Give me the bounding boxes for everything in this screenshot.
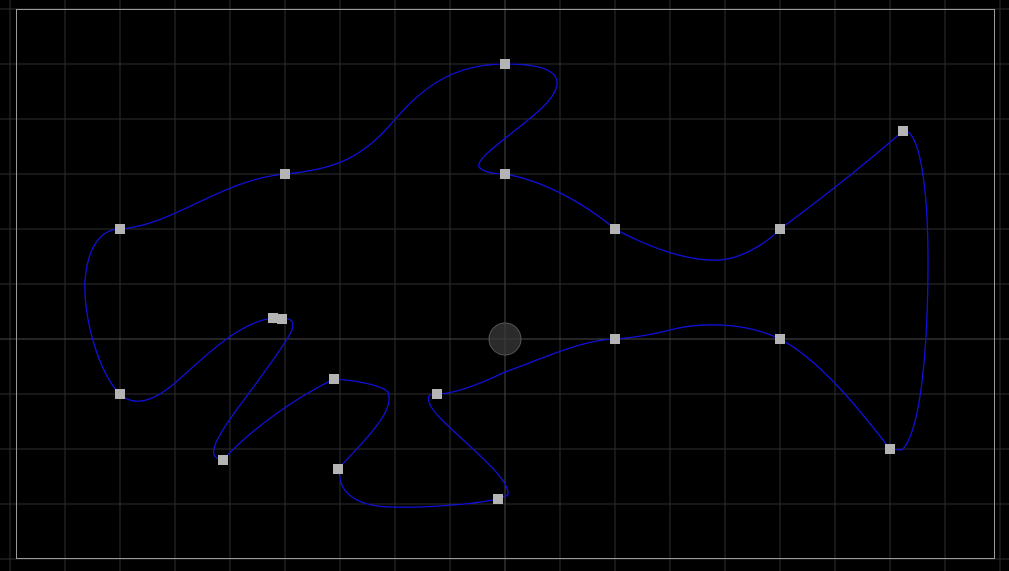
control-point-handle[interactable] <box>268 313 278 323</box>
control-point-handle[interactable] <box>277 314 287 324</box>
control-point-handle[interactable] <box>885 444 895 454</box>
control-point-handle[interactable] <box>493 494 503 504</box>
control-point-handle[interactable] <box>280 169 290 179</box>
control-point-handle[interactable] <box>218 455 228 465</box>
control-point-handle[interactable] <box>775 224 785 234</box>
control-point-handle[interactable] <box>329 374 339 384</box>
origin-circle-icon[interactable] <box>488 322 522 356</box>
control-point-handle[interactable] <box>115 224 125 234</box>
control-point-handle[interactable] <box>500 169 510 179</box>
control-point-handle[interactable] <box>775 334 785 344</box>
control-point-handle[interactable] <box>115 389 125 399</box>
control-point-handle[interactable] <box>610 224 620 234</box>
spline-editor-canvas[interactable] <box>0 0 1009 571</box>
control-point-handle[interactable] <box>333 464 343 474</box>
control-point-handle[interactable] <box>432 389 442 399</box>
control-point-handle[interactable] <box>500 59 510 69</box>
control-point-handle[interactable] <box>898 126 908 136</box>
control-point-handle[interactable] <box>610 334 620 344</box>
